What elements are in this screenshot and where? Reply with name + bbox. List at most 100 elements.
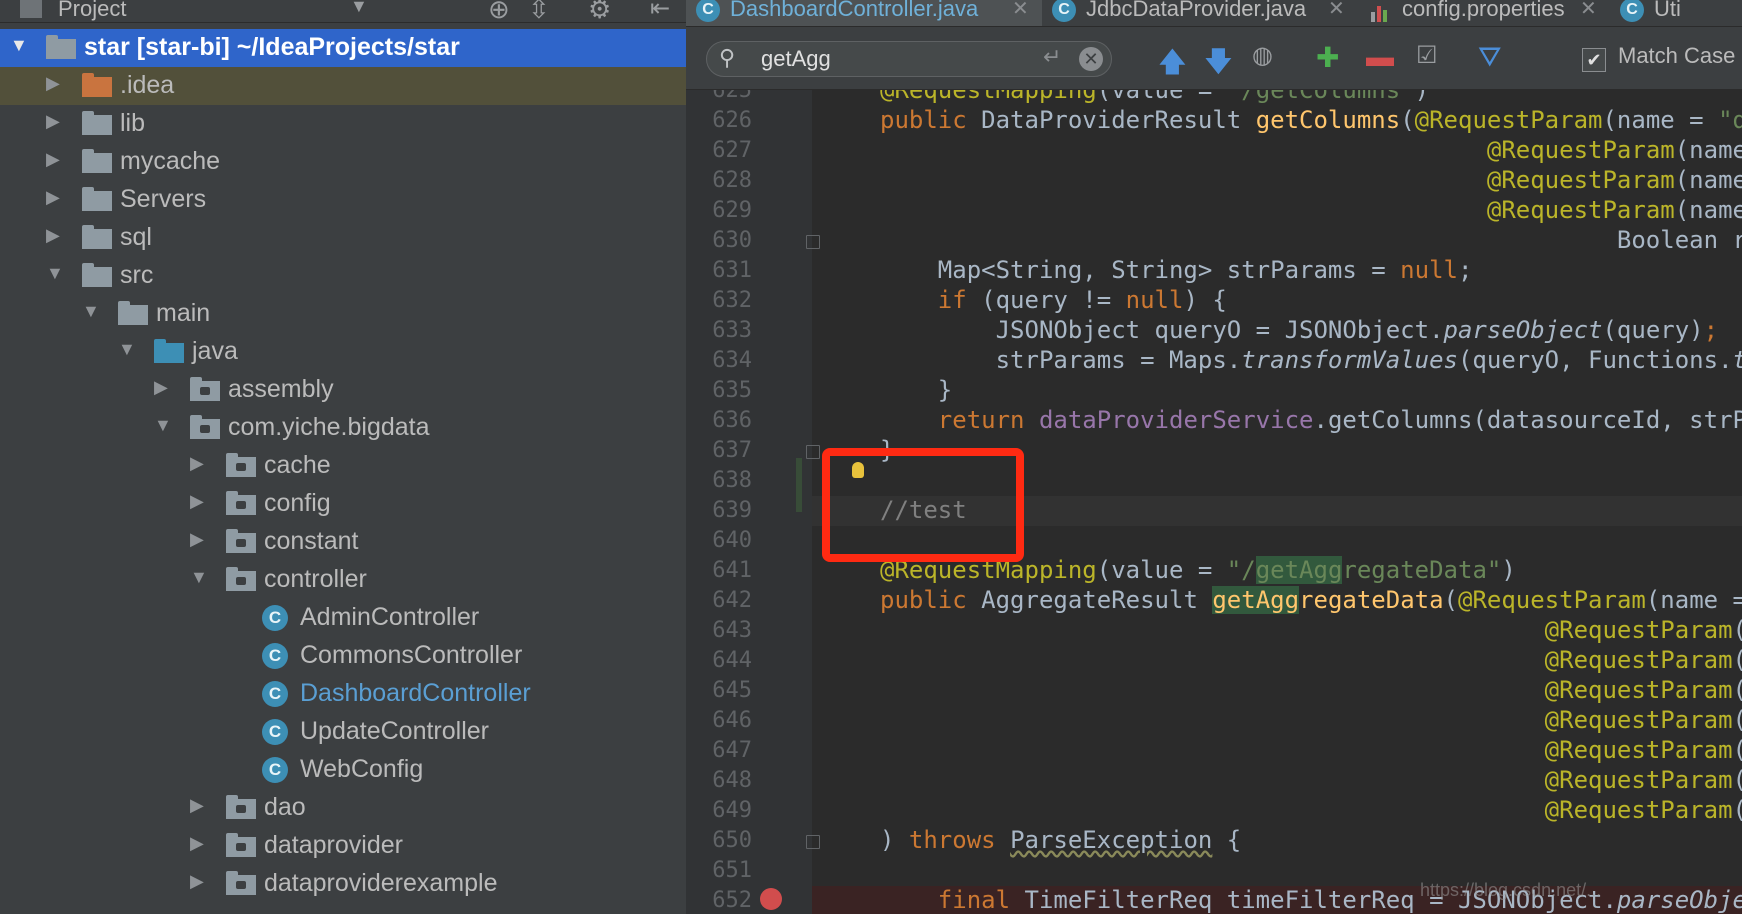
code-line[interactable]: Boolean reload) { <box>880 226 1742 256</box>
package-icon <box>226 529 256 553</box>
package-icon <box>226 567 256 591</box>
chevron-right-icon[interactable]: ▶ <box>190 529 204 550</box>
clear-icon[interactable]: ✕ <box>1079 47 1103 71</box>
tree-item[interactable]: ▶ dataproviderexample <box>0 865 686 903</box>
tree-item[interactable]: ▼ java <box>0 333 686 371</box>
breakpoint-icon[interactable] <box>760 888 782 910</box>
editor-tab[interactable]: C JdbcDataProvider.java ✕ <box>1042 0 1358 26</box>
chevron-right-icon[interactable]: ▶ <box>190 453 204 474</box>
code-line[interactable]: strParams = Maps.transformValues(queryO,… <box>880 346 1742 376</box>
tree-item[interactable]: ▼ star [star-bi] ~/IdeaProjects/star <box>0 29 686 67</box>
chevron-down-icon[interactable]: ▼ <box>154 415 172 436</box>
chevron-down-icon[interactable]: ▼ <box>190 567 208 588</box>
editor-tab[interactable]: config.properties ✕ <box>1358 0 1610 26</box>
line-number: 632 <box>712 288 752 313</box>
add-occurrence-icon[interactable]: ✚ <box>1316 41 1339 74</box>
tree-item[interactable]: ▶ dao <box>0 789 686 827</box>
chevron-right-icon[interactable]: ▶ <box>46 225 60 246</box>
tree-item[interactable]: ▶ dataprovider <box>0 827 686 865</box>
vcs-change-marker[interactable] <box>796 458 802 512</box>
tree-item[interactable]: C DashboardController <box>0 675 686 713</box>
tree-item[interactable]: C CommonsController <box>0 637 686 675</box>
dropdown-arrow-icon[interactable]: ▼ <box>350 0 368 17</box>
code-line[interactable]: @RequestMapping(value = "/getColumns") <box>880 90 1429 106</box>
chevron-right-icon[interactable]: ▶ <box>190 871 204 892</box>
tree-item[interactable]: ▶ config <box>0 485 686 523</box>
chevron-down-icon[interactable]: ▼ <box>82 301 100 322</box>
line-number: 637 <box>712 438 752 463</box>
find-all-icon[interactable]: ◍ <box>1252 41 1273 70</box>
new-line-icon[interactable]: ↵ <box>1043 44 1061 70</box>
tree-item[interactable]: ▶ mycache <box>0 143 686 181</box>
chevron-right-icon[interactable]: ▶ <box>46 149 60 170</box>
code-line[interactable]: @RequestParam(name = " <box>880 736 1742 766</box>
checkbox-checked-icon[interactable]: ✔ <box>1582 48 1606 72</box>
chevron-right-icon[interactable]: ▶ <box>190 491 204 512</box>
tree-item[interactable]: ▼ controller <box>0 561 686 599</box>
fold-end-icon[interactable] <box>806 235 820 249</box>
close-icon[interactable]: ✕ <box>1012 0 1029 21</box>
code-line[interactable]: JSONObject queryO = JSONObject.parseObje… <box>880 316 1719 346</box>
tree-item[interactable]: ▶ constant <box>0 523 686 561</box>
code-line[interactable]: return dataProviderService.getColumns(da… <box>880 406 1742 436</box>
code-line[interactable]: @RequestParam(name = " <box>880 616 1742 646</box>
tree-item[interactable]: C WebConfig <box>0 751 686 789</box>
code-line[interactable]: } <box>880 376 952 406</box>
code-line[interactable]: @RequestParam(name = " <box>880 646 1742 676</box>
code-line[interactable]: if (query != null) { <box>880 286 1227 316</box>
chevron-right-icon[interactable]: ▶ <box>46 111 60 132</box>
chevron-right-icon[interactable]: ▶ <box>154 377 168 398</box>
search-icon[interactable]: ⚲ <box>719 45 735 71</box>
tree-item[interactable]: C UpdateController <box>0 713 686 751</box>
editor-tab[interactable]: C Uti <box>1610 0 1742 26</box>
tree-item[interactable]: ▶ cache <box>0 447 686 485</box>
editor-tab[interactable]: C DashboardController.java ✕ <box>686 0 1042 26</box>
chevron-right-icon[interactable]: ▶ <box>46 187 60 208</box>
tree-item[interactable]: ▼ main <box>0 295 686 333</box>
code-line[interactable]: ) throws ParseException { <box>880 826 1241 856</box>
close-icon[interactable]: ✕ <box>1580 0 1597 21</box>
tree-item[interactable]: ▼ com.yiche.bigdata <box>0 409 686 447</box>
code-line[interactable]: @RequestParam(name = " <box>880 706 1742 736</box>
tree-item[interactable]: ▶ lib <box>0 105 686 143</box>
chevron-down-icon[interactable]: ▼ <box>46 263 64 284</box>
tree-item[interactable]: ▶ assembly <box>0 371 686 409</box>
close-icon[interactable]: ✕ <box>1328 0 1345 21</box>
filter-icon[interactable]: ⛛ <box>1478 41 1502 74</box>
tree-item[interactable]: ▶ .idea <box>0 67 686 105</box>
tree-item[interactable]: ▶ Servers <box>0 181 686 219</box>
gear-icon[interactable]: ⚙ <box>588 0 611 25</box>
search-input[interactable] <box>759 44 1013 74</box>
code-line[interactable]: @RequestParam(name = " <box>880 676 1742 706</box>
tree-item[interactable]: C AdminController <box>0 599 686 637</box>
code-line[interactable]: @RequestParam(name = " <box>880 766 1742 796</box>
code-line[interactable]: Map<String, String> strParams = null; <box>880 256 1473 286</box>
chevron-right-icon[interactable]: ▶ <box>190 795 204 816</box>
next-occurrence-icon[interactable]: 🡇 <box>1204 41 1233 89</box>
chevron-down-icon[interactable]: ▼ <box>10 35 28 56</box>
fold-end-icon[interactable] <box>806 445 820 459</box>
code-line[interactable]: public DataProviderResult getColumns(@Re… <box>880 106 1742 136</box>
previous-occurrence-icon[interactable]: 🡅 <box>1158 41 1187 89</box>
chevron-right-icon[interactable]: ▶ <box>46 73 60 94</box>
match-case-checkbox[interactable]: ✔ Match Case <box>1582 43 1735 72</box>
chevron-right-icon[interactable]: ▶ <box>190 833 204 854</box>
project-view-icon[interactable] <box>20 0 42 18</box>
code-line[interactable]: @RequestParam(name = "dat <box>880 166 1742 196</box>
line-number-gutter[interactable]: 625 626 627 628 629 630 631 632 633 634 635 636 637 6… <box>686 90 820 914</box>
project-panel-title[interactable]: Project <box>58 0 126 22</box>
tree-item[interactable]: ▶ sql <box>0 219 686 257</box>
hide-panel-icon[interactable]: ⇤ <box>650 0 670 23</box>
collapse-all-icon[interactable]: ⇳ <box>528 0 550 25</box>
select-all-occurrences-icon[interactable]: ☑ <box>1416 41 1438 70</box>
chevron-down-icon[interactable]: ▼ <box>118 339 136 360</box>
tree-item[interactable]: ▼ src <box>0 257 686 295</box>
code-line[interactable]: final TimeFilterReq timeFilterReq = JSON… <box>880 886 1742 914</box>
fold-end-icon[interactable] <box>806 835 820 849</box>
code-line[interactable]: @RequestParam(name = " <box>880 796 1742 826</box>
code-line[interactable]: public AggregateResult getAggregateData(… <box>880 586 1742 616</box>
code-line[interactable]: @RequestParam(name = "rel <box>880 196 1742 226</box>
locate-icon[interactable]: ⊕ <box>488 0 510 25</box>
remove-occurrence-icon[interactable]: ▬ <box>1366 41 1394 73</box>
code-line[interactable]: @RequestParam(name = "que <box>880 136 1742 166</box>
